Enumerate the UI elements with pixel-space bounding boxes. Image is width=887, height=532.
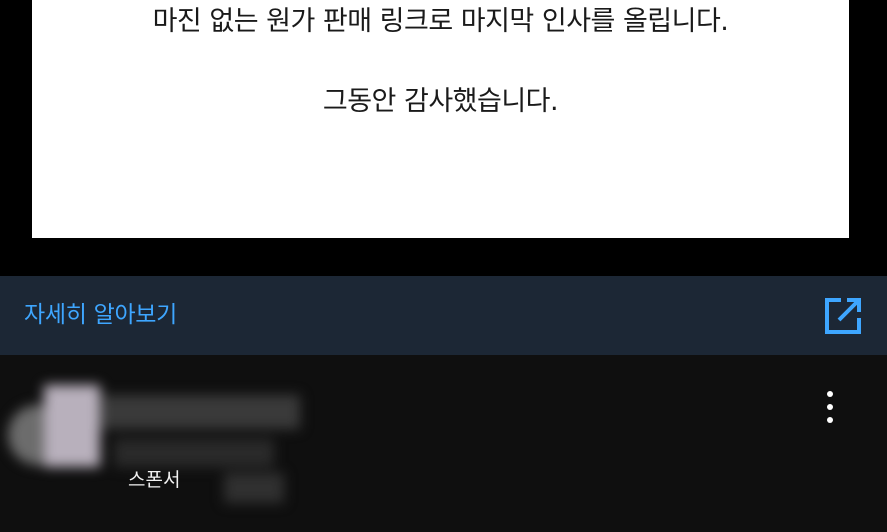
- open-in-new-icon: [821, 294, 865, 338]
- ad-message-line-1: 마진 없는 원가 판매 링크로 마지막 인사를 올립니다.: [152, 6, 729, 37]
- sponsor-badge: 스폰서: [128, 469, 181, 491]
- ad-page: 마진 없는 원가 판매 링크로 마지막 인사를 올립니다. 그동안 감사했습니다…: [0, 0, 887, 532]
- more-options-button[interactable]: [815, 387, 845, 427]
- more-vertical-icon: [827, 391, 833, 397]
- ad-info-area: 스폰서: [0, 355, 887, 532]
- learn-more-label: 자세히 알아보기: [24, 302, 178, 328]
- ad-image[interactable]: 마진 없는 원가 판매 링크로 마지막 인사를 올립니다. 그동안 감사했습니다…: [32, 0, 849, 238]
- ad-message-line-2: 그동안 감사했습니다.: [322, 86, 559, 117]
- learn-more-button[interactable]: 자세히 알아보기: [0, 276, 887, 355]
